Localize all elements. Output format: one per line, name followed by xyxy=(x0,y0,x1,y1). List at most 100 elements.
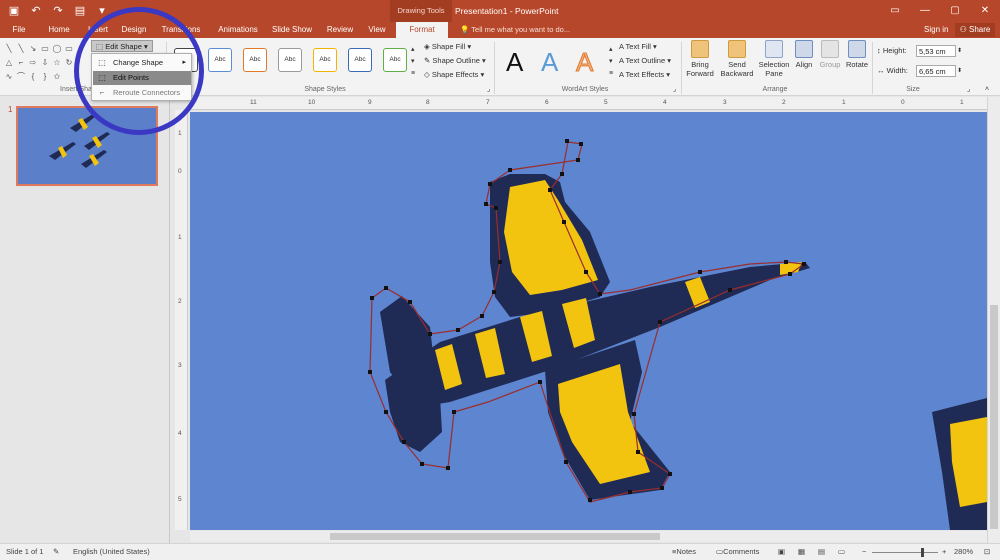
tab-file[interactable]: File xyxy=(6,22,32,38)
language-indicator[interactable]: English (United States) xyxy=(73,544,150,560)
width-input[interactable]: 6,65 cm xyxy=(916,65,956,77)
zoom-in-icon[interactable]: + xyxy=(942,544,946,560)
text-outline-button[interactable]: A Text Outline ▾ xyxy=(619,55,671,67)
wordart-style-black[interactable]: A xyxy=(506,48,523,76)
shape-style-preset[interactable]: Abc xyxy=(278,48,302,72)
undo-icon[interactable]: ↶ xyxy=(28,3,44,19)
gallery-more-icon[interactable]: ≡ xyxy=(609,68,613,80)
tab-design[interactable]: Design xyxy=(118,22,150,38)
spelling-icon[interactable]: ✎ xyxy=(53,544,59,560)
ribbon-display-icon[interactable]: ▭ xyxy=(880,0,910,22)
zoom-out-icon[interactable]: − xyxy=(862,544,866,560)
rectangle-shape-icon[interactable]: ▭ xyxy=(40,44,50,54)
curve-shape-icon[interactable]: ∿ xyxy=(4,72,14,82)
tab-home[interactable]: Home xyxy=(44,22,74,38)
share-button[interactable]: ⚇ Share xyxy=(955,23,995,37)
edit-shape-button[interactable]: ⬚ Edit Shape ▾ xyxy=(91,40,153,52)
shapes-gallery[interactable]: ╲ ╲ ↘ ▭ ◯ ▭ △ ⌐ ⇨ ⇩ ☆ ↻ ∿ ⌒ { } ✩ xyxy=(4,42,86,82)
menu-item-reroute-connectors[interactable]: ⌐ Reroute Connectors xyxy=(93,86,191,100)
zoom-slider-knob[interactable] xyxy=(921,548,924,557)
brace-shape-icon[interactable]: } xyxy=(40,72,50,82)
slide-canvas[interactable] xyxy=(190,112,987,530)
slide-sorter-icon[interactable]: ▦ xyxy=(798,544,805,560)
arrow-shape-icon[interactable]: ⇨ xyxy=(28,58,38,68)
line-shape-icon[interactable]: ⌐ xyxy=(16,58,26,68)
tab-transitions[interactable]: Transitions xyxy=(158,22,204,38)
reading-view-icon[interactable]: ▤ xyxy=(818,544,825,560)
gallery-down-icon[interactable]: ▾ xyxy=(609,56,613,68)
customize-qat-icon[interactable]: ▾ xyxy=(94,3,110,19)
comments-button[interactable]: ▭ Comments xyxy=(716,544,759,560)
bring-forward-button[interactable]: Bring Forward xyxy=(682,40,718,78)
menu-item-edit-points[interactable]: ⬚ Edit Points xyxy=(93,71,191,85)
ruler-tick: 10 xyxy=(308,99,316,106)
redo-icon[interactable]: ↷ xyxy=(50,3,66,19)
normal-view-icon[interactable]: ▣ xyxy=(778,544,785,560)
sign-in-link[interactable]: Sign in xyxy=(924,22,948,38)
vertical-scroll-thumb[interactable] xyxy=(990,305,998,529)
brace-shape-icon[interactable]: { xyxy=(28,72,38,82)
text-fill-button[interactable]: A Text Fill ▾ xyxy=(619,41,657,53)
tab-format[interactable]: Format xyxy=(396,22,448,38)
shape-style-preset[interactable]: Abc xyxy=(208,48,232,72)
maximize-icon[interactable]: ▢ xyxy=(940,0,970,22)
gallery-up-icon[interactable]: ▴ xyxy=(411,44,415,56)
tab-insert[interactable]: Insert xyxy=(82,22,114,38)
menu-item-change-shape[interactable]: ⬚ Change Shape ▸ xyxy=(93,56,191,70)
text-effects-button[interactable]: A Text Effects ▾ xyxy=(619,69,670,81)
wordart-style-orange[interactable]: A xyxy=(575,48,593,77)
slide-thumbnail[interactable] xyxy=(16,106,158,186)
rectangle-shape-icon[interactable]: ▭ xyxy=(64,44,74,54)
shape-style-preset[interactable]: Abc xyxy=(348,48,372,72)
dialog-launcher-icon[interactable]: ⌟ xyxy=(487,84,490,96)
oval-shape-icon[interactable]: ◯ xyxy=(52,44,62,54)
collapse-ribbon-icon[interactable]: ˄ xyxy=(985,84,989,96)
tell-me-search[interactable]: 💡 Tell me what you want to do... xyxy=(460,22,570,38)
fit-slide-icon[interactable]: ⊡ xyxy=(984,544,990,560)
star-shape-icon[interactable]: ☆ xyxy=(52,58,62,68)
shape-style-preset[interactable]: Abc xyxy=(313,48,337,72)
dialog-launcher-icon[interactable]: ⌟ xyxy=(967,84,970,96)
shape-effects-button[interactable]: ◇ Shape Effects ▾ xyxy=(424,69,484,81)
send-backward-button[interactable]: Send Backward xyxy=(719,40,755,78)
gallery-down-icon[interactable]: ▾ xyxy=(411,56,415,68)
horizontal-scroll-thumb[interactable] xyxy=(330,533,660,540)
star-shape-icon[interactable]: ✩ xyxy=(52,72,62,82)
arrow-shape-icon[interactable]: ↘ xyxy=(28,44,38,54)
notes-button[interactable]: ≡ Notes xyxy=(672,544,696,560)
horizontal-scrollbar[interactable] xyxy=(190,531,987,542)
triangle-shape-icon[interactable]: △ xyxy=(4,58,14,68)
zoom-level[interactable]: 280% xyxy=(954,544,973,560)
line-shape-icon[interactable]: ╲ xyxy=(4,44,14,54)
shape-style-preset[interactable]: Abc xyxy=(383,48,407,72)
curve-shape-icon[interactable]: ⌒ xyxy=(16,72,26,82)
jet-picture[interactable] xyxy=(190,112,987,530)
tab-slide-show[interactable]: Slide Show xyxy=(270,22,314,38)
tab-animations[interactable]: Animations xyxy=(214,22,262,38)
zoom-slider[interactable] xyxy=(872,552,938,553)
selection-pane-button[interactable]: Selection Pane xyxy=(756,40,792,78)
height-spinner[interactable]: ⬍ xyxy=(957,45,962,57)
gallery-up-icon[interactable]: ▴ xyxy=(609,44,613,56)
tab-view[interactable]: View xyxy=(364,22,390,38)
shape-fill-button[interactable]: ◈ Shape Fill ▾ xyxy=(424,41,471,53)
arrow-shape-icon[interactable]: ↻ xyxy=(64,58,74,68)
save-icon[interactable]: ▣ xyxy=(6,3,22,19)
close-icon[interactable]: ✕ xyxy=(970,0,1000,22)
rotate-button[interactable]: Rotate xyxy=(842,40,872,69)
dialog-launcher-icon[interactable]: ⌟ xyxy=(673,84,676,96)
present-from-start-icon[interactable]: ▤ xyxy=(72,3,88,19)
height-input[interactable]: 5,53 cm xyxy=(916,45,956,57)
shape-style-preset[interactable]: Abc xyxy=(243,48,267,72)
wordart-style-blue[interactable]: A xyxy=(541,48,558,76)
line-shape-icon[interactable]: ╲ xyxy=(16,44,26,54)
width-spinner[interactable]: ⬍ xyxy=(957,65,962,77)
group-button[interactable]: Group xyxy=(815,40,845,69)
arrow-shape-icon[interactable]: ⇩ xyxy=(40,58,50,68)
shape-outline-button[interactable]: ✎ Shape Outline ▾ xyxy=(424,55,486,67)
gallery-more-icon[interactable]: ≡ xyxy=(411,68,415,80)
minimize-icon[interactable]: — xyxy=(910,0,940,22)
vertical-scrollbar[interactable] xyxy=(987,97,1000,543)
slide-show-icon[interactable]: ▭ xyxy=(838,544,845,560)
tab-review[interactable]: Review xyxy=(324,22,356,38)
